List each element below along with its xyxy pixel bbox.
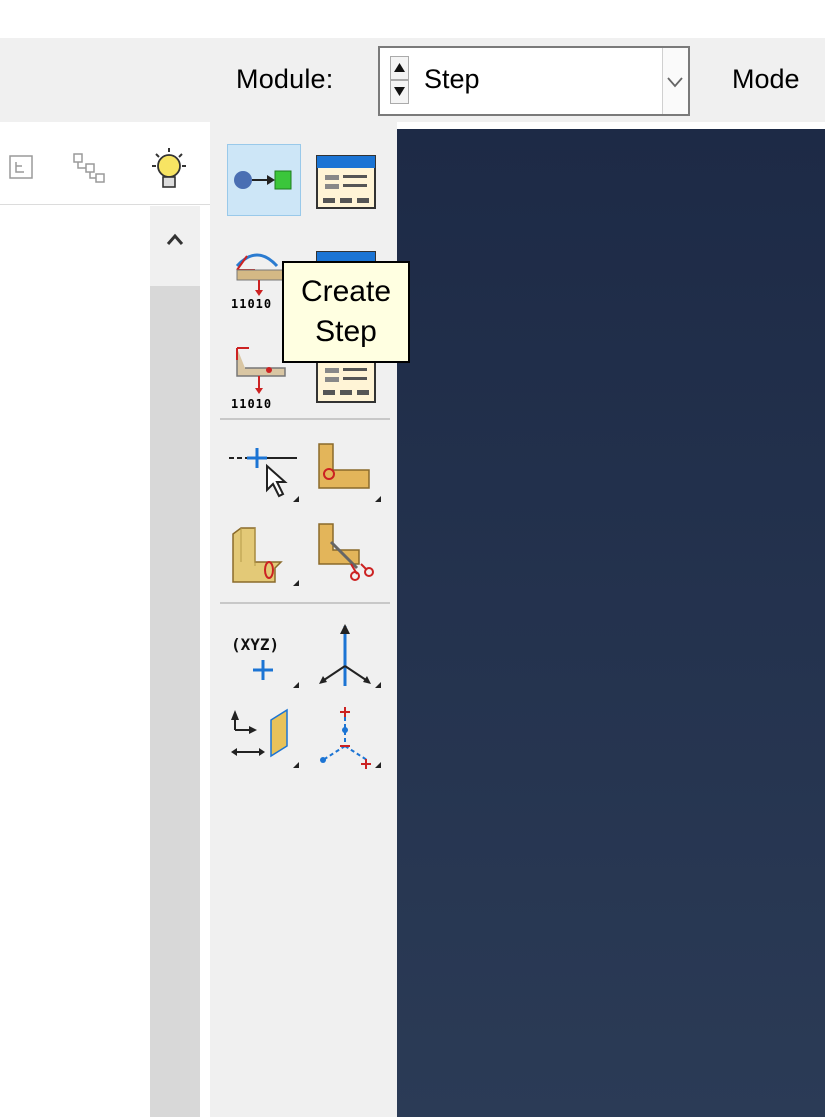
binary-label: 11010 [231,297,272,311]
partition-edge-icon [229,448,299,502]
datum-axis-button[interactable] [309,622,383,694]
cut-part-icon [318,523,374,581]
partition-face-icon [318,443,381,502]
model-tree-panel [0,122,211,1117]
tree-scrollbar[interactable] [150,206,200,1117]
datum-csys-button[interactable] [309,702,383,774]
module-spin-down-button[interactable] [390,80,409,104]
module-spin-up-button[interactable] [390,56,409,80]
module-select[interactable]: Step [378,46,690,116]
chevron-down-icon [667,77,683,88]
datum-axis-icon [319,624,381,688]
module-dropdown-button[interactable] [662,48,688,114]
toolbox-divider [220,418,390,420]
spin-down-arrow-icon [394,87,405,96]
scroll-up-chevron-icon[interactable] [160,224,190,254]
scrollbar-track[interactable] [150,286,200,1117]
toolbox-divider [220,602,390,604]
tooltip-line-1: Create [300,275,392,308]
spin-up-arrow-icon [394,63,405,72]
module-selected-value: Step [424,64,480,94]
svg-text:(XYZ): (XYZ) [231,635,279,654]
datum-plane-button[interactable] [227,702,301,774]
partition-cell-icon [232,527,299,586]
tree-toolbar [0,122,210,205]
create-step-icon [234,170,292,190]
step-manager-icon [316,155,376,209]
datum-point-button[interactable]: (XYZ) [227,622,301,694]
step-manager-button[interactable] [309,144,383,216]
model-label: Mode [732,64,800,94]
graphics-viewport[interactable] [397,129,825,1117]
model-tree-icon[interactable] [2,150,42,184]
partition-cell-button[interactable] [227,520,301,592]
create-step-tooltip: Create Step [282,261,410,363]
datum-csys-icon [320,707,381,769]
window-top-area [0,0,825,38]
partition-face-button[interactable] [309,438,383,510]
datum-plane-icon [231,708,299,768]
cut-part-button[interactable] [309,520,383,592]
partition-edge-button[interactable] [227,438,301,510]
module-label: Module: [236,64,334,94]
results-tree-icon[interactable] [66,150,110,186]
datum-point-icon: (XYZ) [231,635,299,688]
create-step-button[interactable] [227,144,301,216]
tooltip-line-2: Step [315,315,377,348]
lightbulb-icon[interactable] [144,146,194,194]
binary-label: 11010 [231,397,272,411]
